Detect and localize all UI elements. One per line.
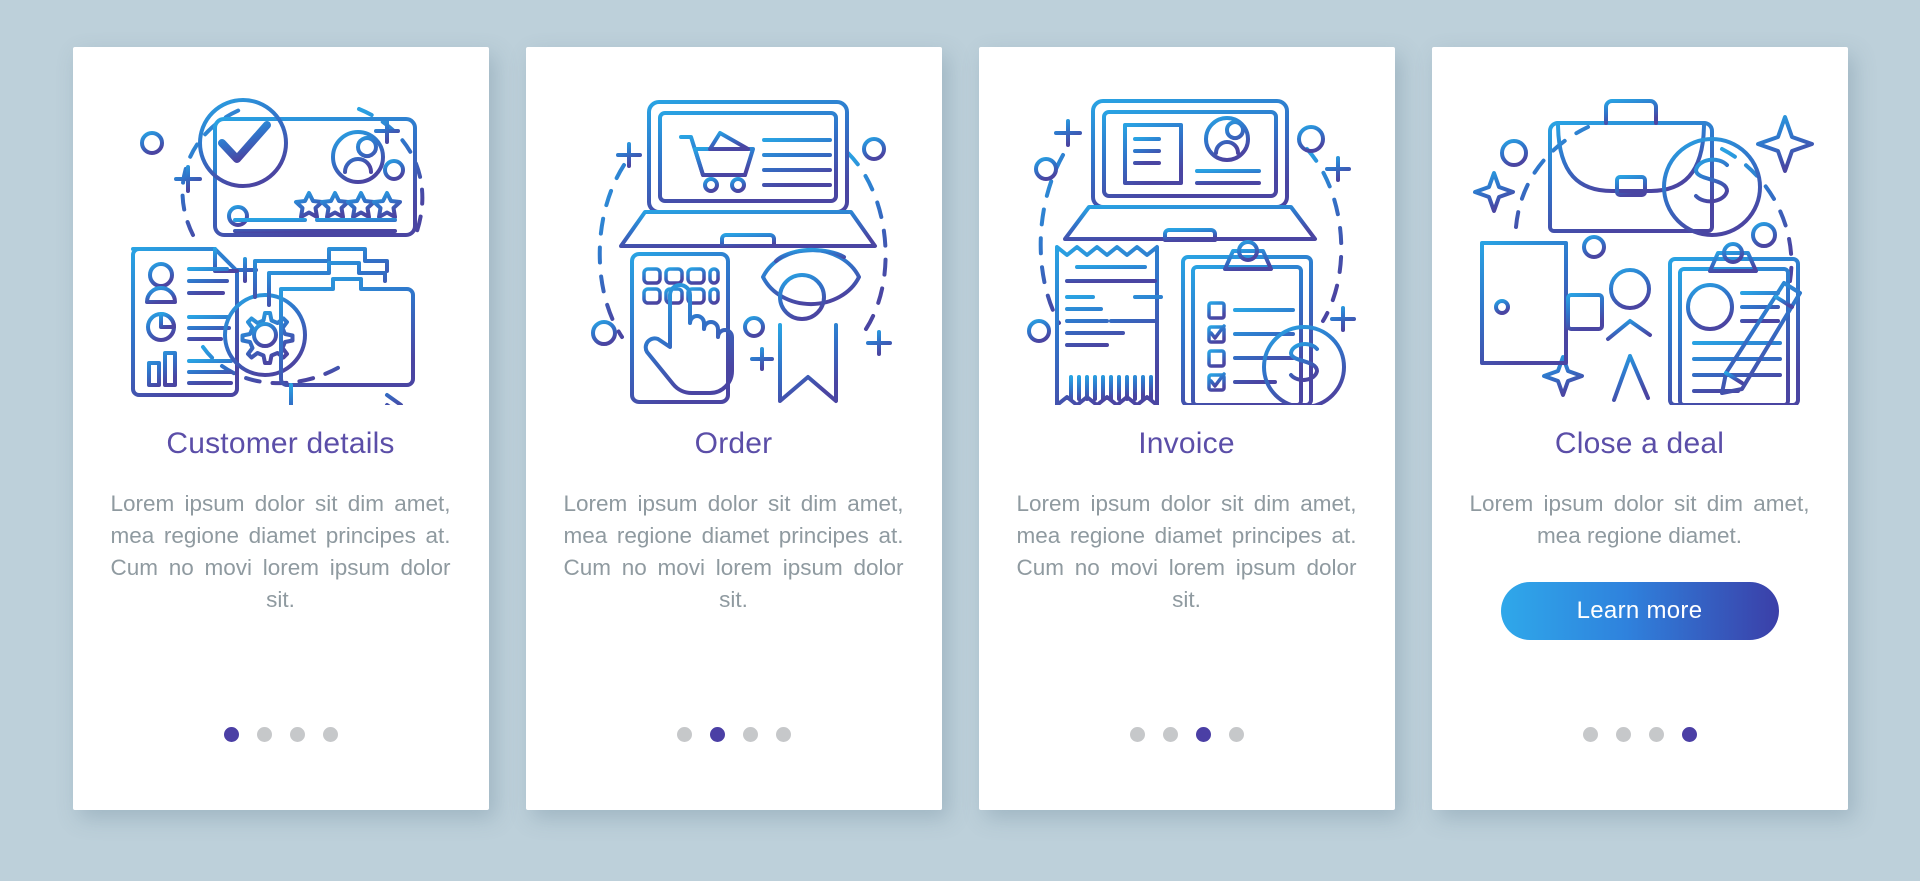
- pagination-dots: [526, 727, 942, 742]
- pagination-dots: [1432, 727, 1848, 742]
- onboarding-card-order: Order Lorem ipsum dolor sit dim amet, me…: [525, 47, 942, 810]
- pagination-dot-3[interactable]: [1648, 727, 1664, 742]
- pagination-dot-1[interactable]: [676, 727, 692, 742]
- close-a-deal-illustration: [1454, 65, 1826, 405]
- card-description: Lorem ipsum dolor sit dim amet, mea regi…: [563, 491, 904, 612]
- onboarding-screens: Customer details Lorem ipsum dolor sit d…: [0, 0, 1920, 881]
- pagination-dot-4[interactable]: [1228, 727, 1244, 742]
- card-description: Lorem ipsum dolor sit dim amet, mea regi…: [1469, 491, 1810, 548]
- pagination-dot-1[interactable]: [223, 727, 239, 742]
- pagination-dots: [73, 727, 489, 742]
- pagination-dot-4[interactable]: [775, 727, 791, 742]
- page-title: Order: [694, 427, 773, 460]
- pagination-dots: [979, 727, 1395, 742]
- pagination-dot-4[interactable]: [322, 727, 338, 742]
- learn-more-button[interactable]: Learn more: [1500, 581, 1779, 640]
- pagination-dot-4[interactable]: [1681, 727, 1697, 742]
- pagination-dot-2[interactable]: [709, 727, 725, 742]
- pagination-dot-1[interactable]: [1129, 727, 1145, 742]
- pagination-dot-2[interactable]: [256, 727, 272, 742]
- page-title: Close a deal: [1554, 427, 1725, 460]
- pagination-dot-3[interactable]: [1195, 727, 1211, 742]
- onboarding-card-close-a-deal: Close a deal Lorem ipsum dolor sit dim a…: [1431, 47, 1848, 810]
- page-title: Customer details: [166, 427, 395, 460]
- invoice-illustration: [1001, 65, 1373, 405]
- pagination-dot-1[interactable]: [1582, 727, 1598, 742]
- card-description: Lorem ipsum dolor sit dim amet, mea regi…: [110, 491, 451, 612]
- pagination-dot-3[interactable]: [742, 727, 758, 742]
- pagination-dot-2[interactable]: [1162, 727, 1178, 742]
- page-title: Invoice: [1138, 427, 1235, 460]
- card-description: Lorem ipsum dolor sit dim amet, mea regi…: [1016, 491, 1357, 612]
- order-illustration: [548, 65, 920, 405]
- onboarding-card-invoice: Invoice Lorem ipsum dolor sit dim amet, …: [978, 47, 1395, 810]
- customer-details-illustration: [95, 65, 467, 405]
- onboarding-card-customer-details: Customer details Lorem ipsum dolor sit d…: [72, 47, 489, 810]
- pagination-dot-2[interactable]: [1615, 727, 1631, 742]
- pagination-dot-3[interactable]: [289, 727, 305, 742]
